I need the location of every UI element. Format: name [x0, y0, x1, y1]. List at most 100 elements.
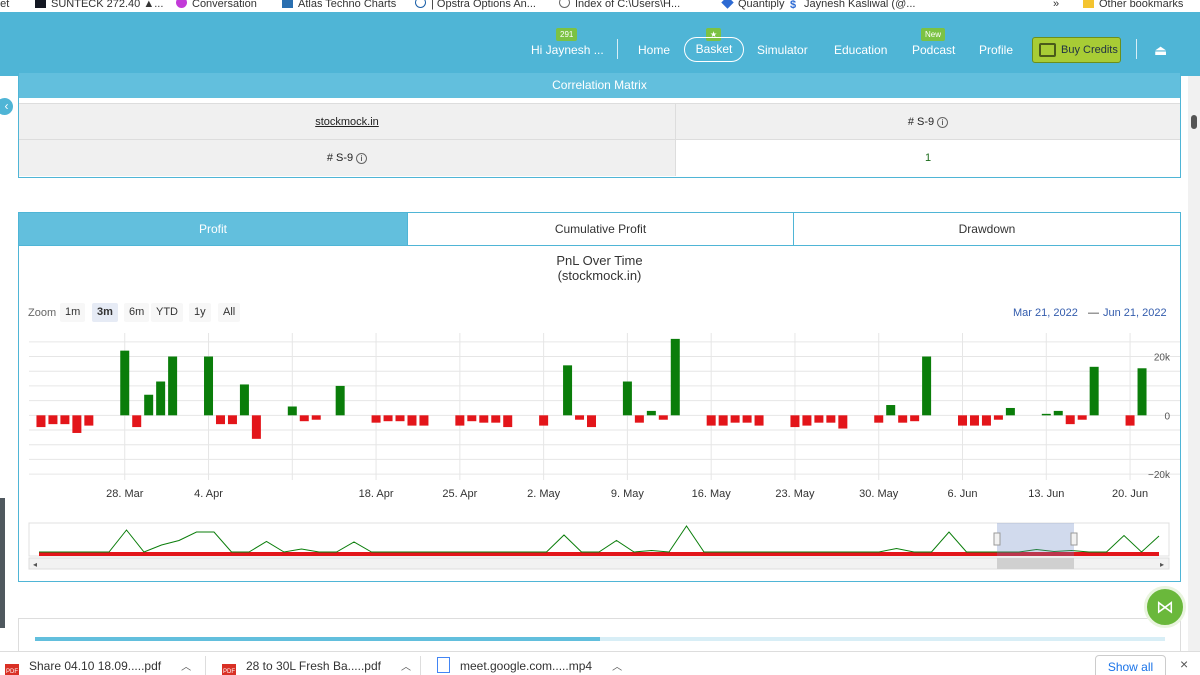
pnl-bar	[60, 415, 70, 425]
x-tick-label: 20. Jun	[1112, 488, 1148, 500]
chevron-up-icon[interactable]: ︿	[401, 658, 411, 675]
pnl-bar	[658, 415, 668, 420]
nav-podcast[interactable]: Podcast	[912, 12, 955, 76]
pnl-bar	[718, 415, 728, 426]
zoom-1m-button[interactable]: 1m	[60, 303, 86, 322]
bookmark-index[interactable]: Index of C:\Users\H...	[559, 0, 680, 12]
range-to-date[interactable]: Jun 21, 2022	[1103, 307, 1167, 319]
zoom-ytd-button[interactable]: YTD	[151, 303, 183, 322]
navigator-baseline	[39, 552, 1159, 556]
scroll-right-icon: ▸	[1160, 560, 1164, 569]
y-axis-labels: 20k 0 −20k	[1148, 353, 1171, 482]
pnl-bar	[287, 406, 297, 416]
tradingview-icon	[35, 0, 46, 8]
chevron-up-icon[interactable]: ︿	[612, 658, 622, 675]
lower-tab-active[interactable]	[35, 637, 600, 641]
navigator-selection	[997, 523, 1074, 556]
x-tick-label: 2. May	[527, 488, 561, 500]
bookmark-conversation[interactable]: Conversation	[176, 0, 257, 12]
tab-cumulative-profit[interactable]: Cumulative Profit	[407, 213, 793, 246]
pnl-bar	[72, 415, 82, 433]
nav-profile[interactable]: Profile	[979, 12, 1013, 76]
zoom-3m-button[interactable]: 3m	[92, 303, 118, 322]
nav-basket-button[interactable]: Basket	[684, 37, 744, 62]
correlation-header-row: stockmock.in # S-9 i	[19, 103, 1180, 140]
show-all-downloads-button[interactable]: Show all	[1095, 655, 1166, 675]
pnl-bar	[144, 394, 154, 416]
pnl-bar	[587, 415, 596, 428]
bookmark-atlas[interactable]: Atlas Techno Charts	[282, 0, 396, 12]
pnl-bar	[646, 410, 656, 416]
bookmark-quantiply[interactable]: Quantiply	[721, 0, 784, 12]
bookmark-meet[interactable]: eet	[0, 0, 9, 12]
nav-divider	[1136, 39, 1137, 59]
pnl-chart: 28. Mar 4. Apr 18. Apr 25. Apr 2. May 9. May 1…	[28, 333, 1180, 570]
x-tick-label: 28. Mar	[106, 488, 144, 500]
x-tick-label: 4. Apr	[194, 488, 223, 500]
scrollbar-thumb[interactable]	[1191, 115, 1197, 129]
share-icon[interactable]: ⋈	[1144, 586, 1186, 628]
tab-profit[interactable]: Profit	[19, 213, 407, 246]
close-icon[interactable]: ×	[1180, 656, 1188, 672]
chevron-up-icon[interactable]: ︿	[181, 658, 191, 675]
nav-simulator[interactable]: Simulator	[757, 12, 808, 76]
pnl-bar	[311, 415, 321, 420]
nav-home[interactable]: Home	[638, 12, 670, 76]
pnl-bar	[1089, 366, 1099, 416]
pnl-bar	[1137, 368, 1147, 416]
x-tick-label: 25. Apr	[442, 488, 477, 500]
pnl-bar	[371, 415, 381, 423]
pnl-bar	[383, 415, 393, 422]
globe-icon	[559, 0, 570, 8]
info-icon[interactable]: i	[937, 117, 949, 128]
pnl-bar	[993, 415, 1003, 420]
pnl-bar	[239, 384, 249, 416]
dollar-icon: $	[790, 0, 797, 11]
pnl-bar	[910, 415, 920, 422]
download-item[interactable]: PDF Share 04.10 18.09.....pdf ︿	[5, 656, 191, 675]
download-item[interactable]: meet.google.com.....mp4 ︿	[437, 656, 622, 675]
buy-credits-button[interactable]: Buy Credits	[1032, 37, 1121, 63]
tab-drawdown[interactable]: Drawdown	[793, 213, 1180, 246]
atlas-icon	[282, 0, 293, 8]
nav-education[interactable]: Education	[834, 12, 887, 76]
collapse-sidebar-button[interactable]: ‹	[0, 96, 15, 117]
range-from-date[interactable]: Mar 21, 2022	[1013, 307, 1078, 319]
download-item[interactable]: PDF 28 to 30L Fresh Ba.....pdf ︿	[222, 656, 411, 675]
download-separator	[205, 656, 206, 675]
lower-tab-inactive[interactable]	[600, 637, 1165, 641]
x-tick-label: 30. May	[859, 488, 899, 500]
pnl-bar	[730, 415, 740, 423]
pnl-bar	[802, 415, 812, 426]
user-greeting[interactable]: Hi Jaynesh ...	[531, 12, 604, 76]
navigator-handle-right	[1070, 532, 1078, 546]
x-tick-label: 6. Jun	[948, 488, 978, 500]
quantiply-icon	[721, 0, 734, 9]
wallet-icon	[1039, 43, 1056, 57]
correlation-data-row: # S-9 i 1	[19, 139, 1180, 176]
pnl-bar	[886, 405, 896, 416]
bookmark-opstra[interactable]: | Opstra Options An...	[415, 0, 536, 12]
chart-navigator[interactable]: ◂ ▸	[28, 522, 1170, 570]
pnl-bar	[467, 415, 477, 422]
zoom-all-button[interactable]: All	[218, 303, 241, 322]
bookmarks-overflow-button[interactable]: »	[1053, 0, 1059, 12]
page-scrollbar[interactable]	[1188, 76, 1200, 656]
download-separator	[420, 656, 421, 675]
correlation-column-label[interactable]: stockmock.in	[315, 116, 379, 128]
left-edge-strip	[0, 498, 5, 628]
zoom-6m-button[interactable]: 6m	[124, 303, 150, 322]
chart-title: PnL Over Time	[556, 253, 643, 268]
info-icon[interactable]: i	[356, 153, 368, 164]
navigator-handle-left	[993, 532, 1001, 546]
zoom-1y-button[interactable]: 1y	[189, 303, 211, 322]
pnl-bar	[299, 415, 309, 422]
other-bookmarks[interactable]: Other bookmarks	[1083, 0, 1183, 12]
range-separator: —	[1088, 307, 1099, 319]
bookmark-sunteck[interactable]: SUNTECK 272.40 ▲...	[35, 0, 163, 12]
logout-icon[interactable]: ⏏	[1154, 12, 1167, 76]
pnl-bar	[215, 415, 225, 425]
bookmark-jaynesh[interactable]: $ Jaynesh Kasliwal (@...	[790, 0, 915, 12]
pnl-bar	[168, 356, 178, 416]
pnl-bar	[48, 415, 58, 425]
